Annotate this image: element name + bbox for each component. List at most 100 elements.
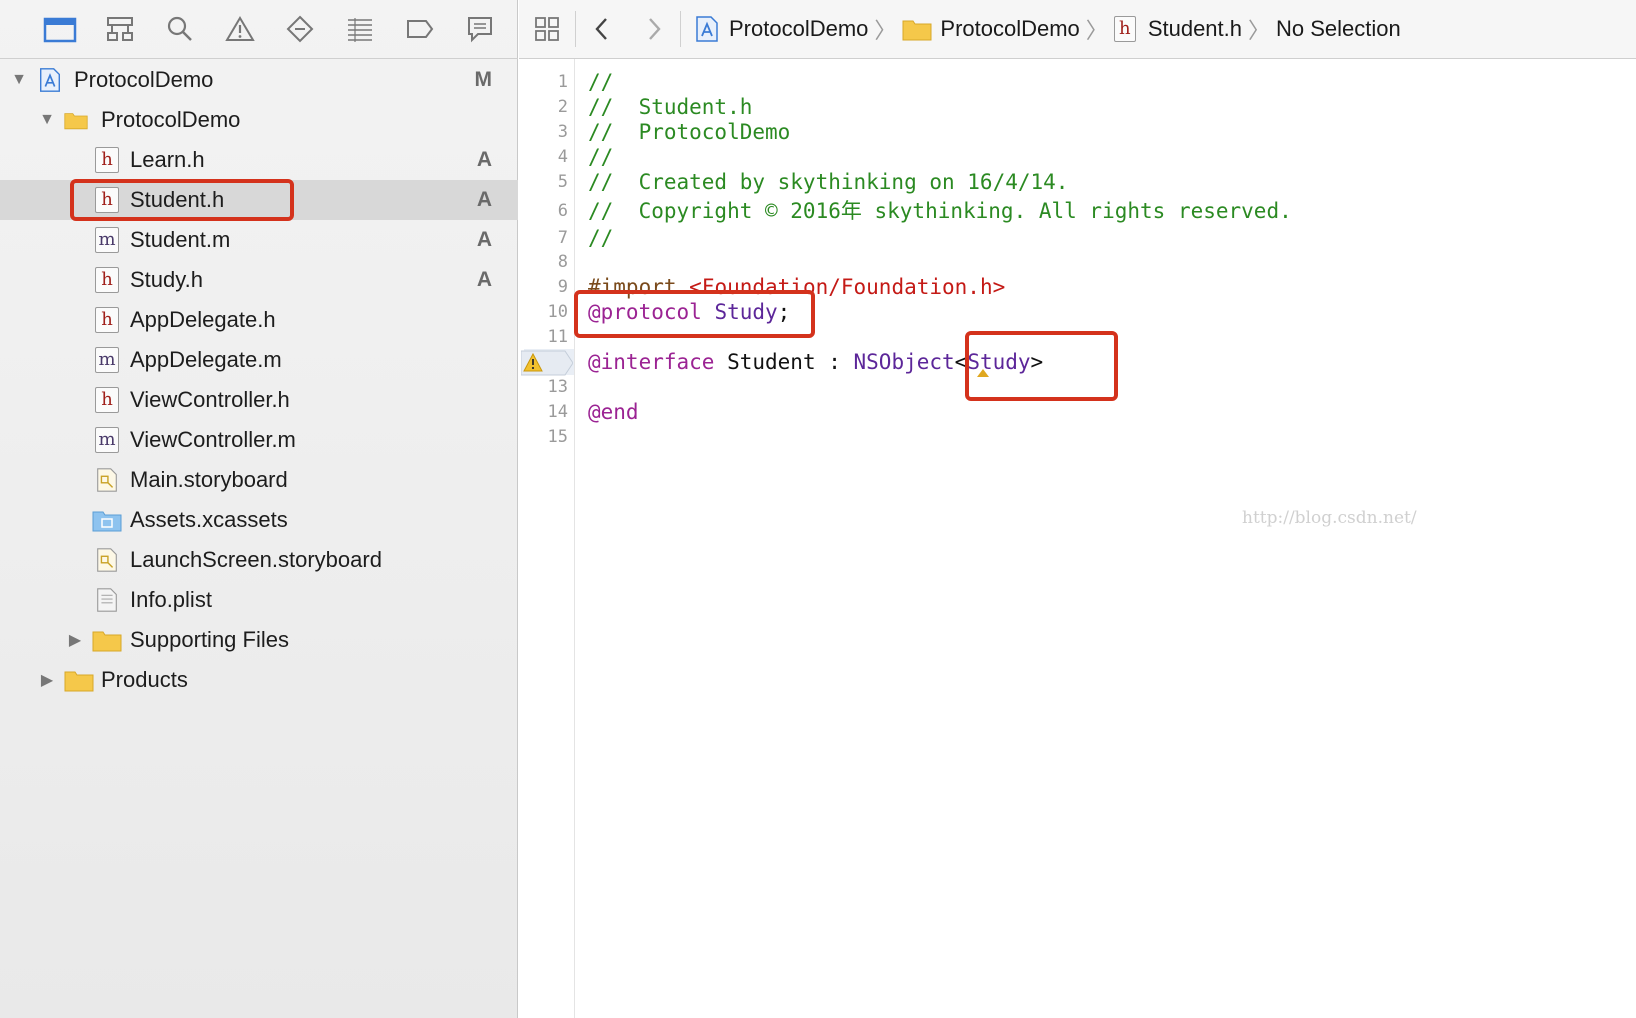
tree-row-label: LaunchScreen.storyboard: [130, 547, 382, 572]
breadcrumb-symbol[interactable]: No Selection: [1276, 0, 1401, 59]
code-token: @protocol: [588, 300, 702, 324]
disclosure-expanded-icon[interactable]: ▼: [38, 111, 56, 129]
breadcrumb-file[interactable]: h Student.h: [1113, 0, 1242, 59]
forward-button[interactable]: [628, 0, 680, 59]
tree-row-label: ProtocolDemo: [74, 67, 214, 92]
tree-row-label: ProtocolDemo: [101, 107, 241, 132]
code-token: <Foundation/Foundation.h>: [689, 275, 1006, 299]
disclosure-collapsed-icon[interactable]: ▶: [66, 631, 84, 649]
tree-row-group[interactable]: ▼ ProtocolDemo: [0, 100, 518, 140]
breakpoint-navigator-tab[interactable]: [390, 9, 450, 49]
warning-caret-icon: [977, 369, 989, 377]
related-items-button[interactable]: [519, 0, 575, 59]
tree-row-label: Learn.h: [130, 147, 205, 172]
tree-row-group[interactable]: ▶ Supporting Files: [0, 620, 518, 660]
code-token: //: [588, 70, 614, 94]
file-tree: ▼ ProtocolDemo M ▼ ProtocolDemo h Learn.…: [0, 60, 518, 700]
test-diamond-icon: [286, 15, 314, 43]
disclosure-expanded-icon[interactable]: ▼: [10, 71, 28, 89]
implementation-file-icon: m: [95, 347, 119, 373]
find-navigator-tab[interactable]: [150, 9, 210, 49]
source-editor: ProtocolDemo 〉 ProtocolDemo 〉 h Student.…: [519, 0, 1636, 1018]
folder-icon: [64, 671, 94, 692]
breadcrumb-chevron-icon: 〉: [1085, 18, 1108, 43]
line-number: 6: [557, 201, 568, 221]
line-number: 7: [557, 228, 568, 248]
scm-status-badge: A: [476, 268, 492, 291]
tree-row-file[interactable]: h ViewController.h: [0, 380, 518, 420]
line-number: 15: [547, 427, 568, 447]
tree-row-file[interactable]: m ViewController.m: [0, 420, 518, 460]
project-navigator-tab[interactable]: [30, 9, 90, 49]
implementation-file-icon: m: [95, 227, 119, 253]
tree-row-group[interactable]: ▶ Products: [0, 660, 518, 700]
tree-row-label: Supporting Files: [130, 627, 289, 652]
code-token: #import: [588, 275, 690, 299]
tree-row-label: AppDelegate.m: [130, 347, 282, 372]
tree-row-file[interactable]: h Learn.h A: [0, 140, 518, 180]
tree-row-file[interactable]: h AppDelegate.h: [0, 300, 518, 340]
issue-navigator-tab[interactable]: [210, 9, 270, 49]
grid-related-icon: [535, 17, 559, 41]
tree-row-label: Products: [101, 667, 188, 692]
tree-row-project[interactable]: ▼ ProtocolDemo M: [0, 60, 518, 100]
project-navigator: ▼ ProtocolDemo M ▼ ProtocolDemo h Learn.…: [0, 0, 518, 1018]
breadcrumb-label: Student.h: [1147, 16, 1242, 41]
folder-icon: [92, 631, 122, 652]
breadcrumb-label: No Selection: [1276, 16, 1401, 41]
line-number: 5: [557, 172, 568, 192]
tree-row-file-selected[interactable]: h Student.h A: [0, 180, 518, 220]
folder-icon: [43, 17, 77, 43]
header-file-icon: h: [95, 147, 119, 173]
tree-row-label: Study.h: [130, 267, 203, 292]
breadcrumb-chevron-icon: 〉: [874, 18, 897, 43]
folder-icon: [64, 113, 88, 130]
storyboard-file-icon: [97, 548, 117, 572]
breadcrumb-label: ProtocolDemo: [729, 16, 869, 41]
folder-icon: [902, 20, 932, 41]
storyboard-file-icon: [97, 468, 117, 492]
code-token: //: [588, 226, 614, 250]
tree-row-file[interactable]: m AppDelegate.m: [0, 340, 518, 380]
header-file-icon: h: [95, 267, 119, 293]
warning-icon: [225, 16, 255, 41]
tree-row-label: Student.m: [130, 227, 231, 252]
disclosure-collapsed-icon[interactable]: ▶: [38, 671, 56, 689]
line-number: 14: [547, 402, 568, 422]
tree-row-file[interactable]: Main.storyboard: [0, 460, 518, 500]
code-area[interactable]: //// Student.h// ProtocolDemo//// Create…: [588, 59, 1636, 1018]
jump-bar: ProtocolDemo 〉 ProtocolDemo 〉 h Student.…: [519, 0, 1636, 59]
back-button[interactable]: [576, 0, 628, 59]
xcode-project-icon: [40, 68, 60, 92]
scm-status-badge: A: [476, 188, 492, 211]
chevron-left-icon: [595, 18, 607, 40]
search-icon: [167, 16, 192, 41]
test-navigator-tab[interactable]: [270, 9, 330, 49]
tree-row-file[interactable]: LaunchScreen.storyboard: [0, 540, 518, 580]
tree-row-label: Main.storyboard: [130, 467, 288, 492]
code-token: Student :: [714, 350, 854, 374]
tree-row-file[interactable]: Info.plist: [0, 580, 518, 620]
tree-row-label: Student.h: [130, 187, 225, 212]
line-number: 9: [557, 277, 568, 297]
breadcrumb-project[interactable]: ProtocolDemo: [695, 0, 868, 59]
warning-marker-icon[interactable]: [521, 350, 573, 376]
scm-status-badge: M: [474, 68, 493, 91]
code-token: >: [1030, 350, 1044, 374]
report-navigator-tab[interactable]: [450, 9, 510, 49]
watermark-text: http://blog.csdn.net/: [1242, 508, 1417, 528]
code-token: // Copyright © 2016年 skythinking. All ri…: [588, 199, 1292, 223]
breadcrumb-group[interactable]: ProtocolDemo: [902, 0, 1080, 59]
tree-row-file[interactable]: Assets.xcassets: [0, 500, 518, 540]
tree-row-label: AppDelegate.h: [130, 307, 276, 332]
code-token: // Student.h: [588, 95, 753, 119]
header-file-icon: h: [95, 307, 119, 333]
tree-row-label: Assets.xcassets: [130, 507, 288, 532]
header-file-icon: h: [95, 387, 119, 413]
symbol-navigator-tab[interactable]: [90, 9, 150, 49]
tree-row-file[interactable]: m Student.m A: [0, 220, 518, 260]
debug-navigator-tab[interactable]: [330, 9, 390, 49]
code-line: // Created by skythinking on 16/4/14.: [588, 169, 1068, 195]
tree-row-file[interactable]: h Study.h A: [0, 260, 518, 300]
